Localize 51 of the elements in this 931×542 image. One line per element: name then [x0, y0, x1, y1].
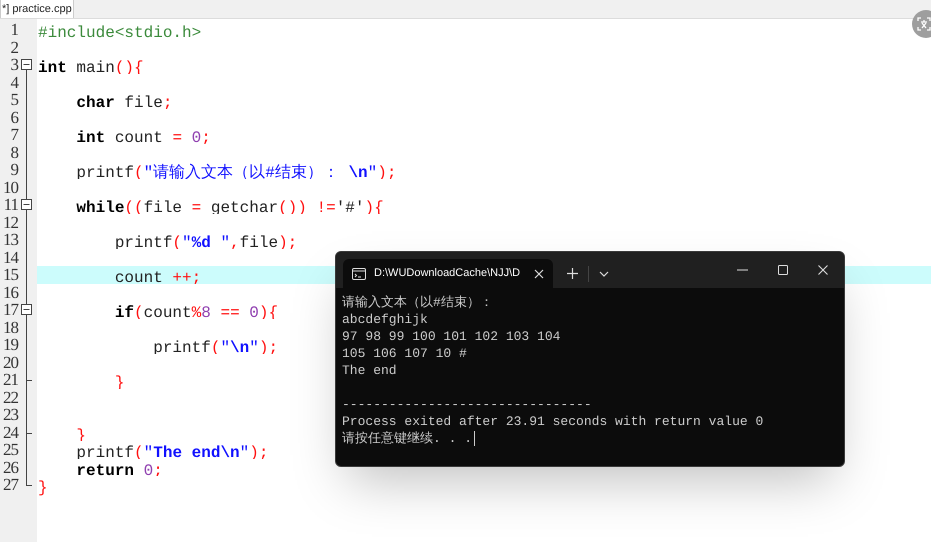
line-number: 8: [10, 144, 18, 161]
terminal-output-line: The end: [342, 362, 397, 379]
code-line: }: [38, 479, 48, 497]
chevron-down-icon[interactable]: [599, 270, 609, 276]
terminal-output-line: Process exited after 23.91 seconds with return value 0: [342, 413, 764, 430]
file-tab[interactable]: *] practice.cpp: [0, 0, 74, 18]
line-number: 1: [10, 21, 18, 38]
fold-toggle[interactable]: [21, 59, 32, 70]
line-number: 21: [2, 371, 18, 388]
code-line: #include<stdio.h>: [38, 24, 202, 42]
terminal-tab[interactable]: D:\WUDownloadCache\NJJ\D: [343, 259, 553, 288]
line-number: 4: [10, 74, 18, 91]
add-tab-icon[interactable]: [567, 268, 578, 279]
line-number: 3: [10, 56, 18, 74]
fold-toggle[interactable]: [21, 304, 32, 315]
line-number: 7: [10, 126, 18, 144]
line-number: 17: [2, 301, 18, 318]
line-number: 11: [2, 196, 18, 214]
line-number: 6: [10, 108, 18, 126]
line-number: 18: [2, 318, 18, 336]
terminal-output-line: --------------------------------: [342, 396, 592, 413]
line-number: 24: [2, 424, 18, 441]
line-number: 23: [2, 406, 18, 424]
line-number: 20: [2, 354, 18, 371]
line-number: 22: [2, 388, 18, 406]
console-icon: [352, 268, 366, 280]
line-number: 12: [2, 214, 18, 231]
close-icon[interactable]: [534, 268, 544, 278]
terminal-output-line: 请输入文本（以#结束）：: [342, 294, 493, 311]
fold-toggle[interactable]: [21, 199, 32, 210]
line-number: 27: [2, 476, 18, 494]
close-icon[interactable]: [818, 265, 828, 275]
line-number: 19: [2, 336, 18, 354]
code-line: count ++;: [114, 269, 202, 287]
line-number: 25: [2, 441, 18, 458]
line-number: 2: [10, 38, 18, 56]
line-number: 16: [2, 284, 18, 301]
maximize-icon[interactable]: [778, 265, 788, 275]
line-number: 10: [2, 178, 18, 196]
terminal-output-line: abcdefghijk: [342, 311, 428, 328]
terminal-output-line: 105 106 107 10 #: [342, 345, 467, 362]
terminal-output-line: 97 98 99 100 101 102 103 104: [342, 328, 560, 345]
line-number: 15: [2, 266, 18, 284]
line-number: 14: [2, 248, 18, 266]
line-number: 9: [10, 161, 18, 178]
minimize-icon[interactable]: [737, 269, 748, 271]
terminal-output-line: 请按任意键继续. . .: [342, 430, 472, 447]
line-number: 5: [10, 91, 18, 108]
terminal-tab-title: D:\WUDownloadCache\NJJ\D: [374, 266, 520, 282]
line-number: 13: [2, 231, 18, 248]
line-number: 26: [2, 458, 18, 476]
